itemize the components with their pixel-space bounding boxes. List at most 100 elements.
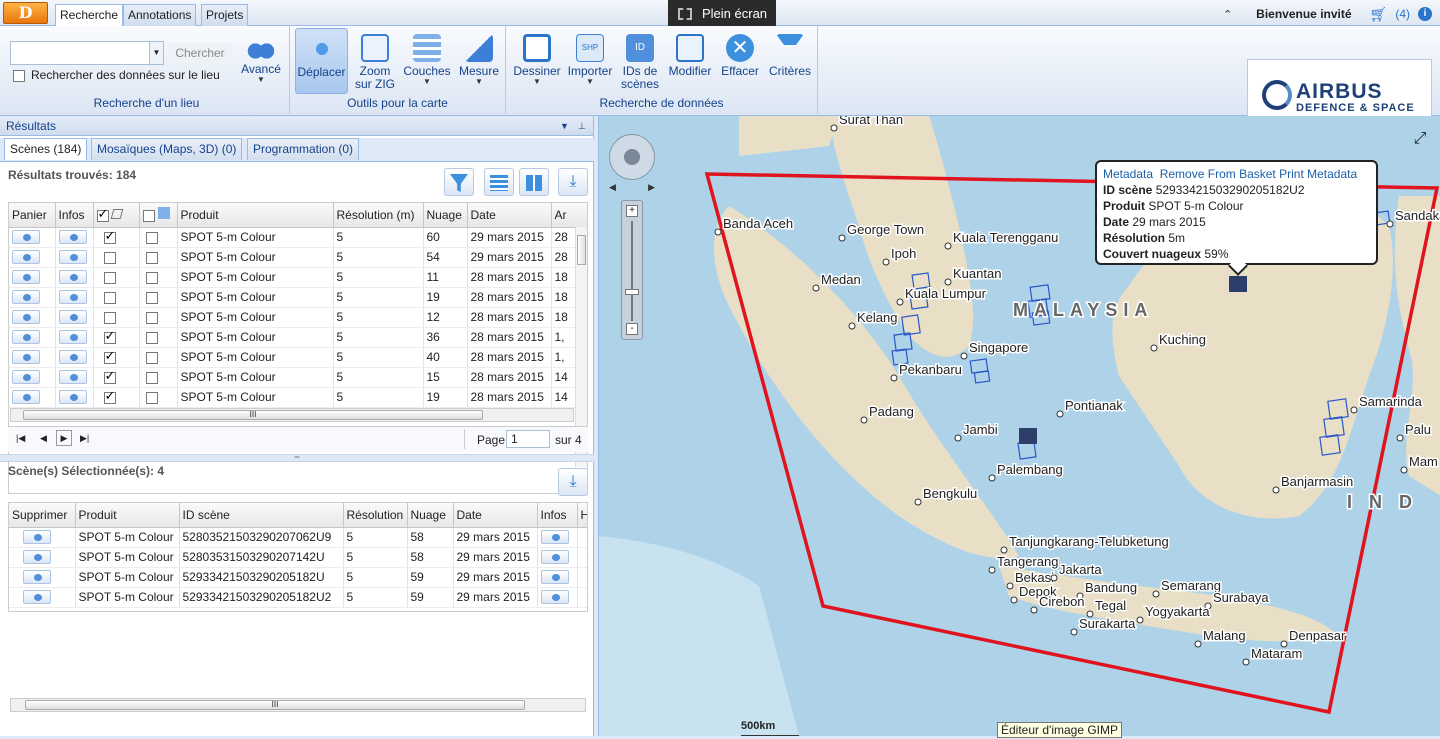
results-hscroll[interactable]: III	[10, 408, 574, 422]
add-to-basket-button[interactable]	[9, 347, 56, 368]
col-nuage[interactable]: Nuage	[423, 203, 468, 228]
footprint-checkbox[interactable]	[103, 271, 116, 284]
table-row[interactable]: SPOT 5-m Colour 5 12 28 mars 2015 18	[9, 307, 587, 328]
draw-button[interactable]: Dessiner ▼	[511, 28, 563, 86]
list-view-button[interactable]	[484, 168, 514, 196]
footprint-checkbox[interactable]	[103, 311, 116, 324]
advanced-button[interactable]: Avancé ▼	[236, 28, 286, 84]
quicklook-checkbox[interactable]	[145, 331, 158, 344]
basket-count[interactable]: (4)	[1395, 7, 1410, 21]
help-icon[interactable]: i	[1418, 7, 1432, 21]
tab-recherche[interactable]: Recherche	[55, 4, 124, 27]
erase-button[interactable]: ✕ Effacer	[716, 28, 764, 78]
scene-thumbnail[interactable]	[1229, 276, 1247, 292]
chevron-down-icon[interactable]: ▼	[149, 42, 163, 64]
collapse-icon[interactable]: ▼	[560, 116, 569, 136]
add-to-basket-button[interactable]	[9, 367, 56, 388]
table-row[interactable]: SPOT 5-m Colour 5 11 28 mars 2015 18	[9, 267, 587, 288]
delete-button[interactable]	[9, 547, 76, 568]
info-button[interactable]	[55, 247, 94, 268]
measure-button[interactable]: Mesure ▼	[454, 28, 504, 86]
table-row[interactable]: SPOT 5-m Colour 5 54 29 mars 2015 28	[9, 247, 587, 268]
quicklook-checkbox[interactable]	[145, 311, 158, 324]
scene-ids-button[interactable]: ID IDs de scènes	[618, 28, 662, 91]
delete-icon[interactable]	[23, 590, 51, 605]
col-quicklook[interactable]	[139, 203, 178, 228]
info-button[interactable]	[537, 587, 578, 608]
basket-icon[interactable]	[12, 370, 40, 385]
layers-button[interactable]: Couches ▼	[402, 28, 452, 86]
col-produit[interactable]: Produit	[75, 503, 180, 528]
info-icon[interactable]	[58, 250, 87, 265]
info-icon[interactable]	[58, 310, 87, 325]
basket-icon[interactable]	[12, 390, 40, 405]
prev-page-icon[interactable]: ◀	[40, 433, 47, 444]
info-icon[interactable]	[58, 230, 87, 245]
table-row[interactable]: SPOT 5-m Colour 52933421503290205182U 5 59 2…	[9, 567, 587, 588]
add-to-basket-button[interactable]	[9, 387, 56, 408]
last-page-icon[interactable]: ▶|	[80, 433, 89, 444]
pin-icon[interactable]: ⊥	[578, 116, 586, 136]
rotate-left-icon[interactable]: ◀	[609, 182, 616, 194]
rotate-right-icon[interactable]: ▶	[648, 182, 655, 194]
zoom-in-icon[interactable]: +	[626, 205, 638, 217]
search-button[interactable]: Chercher	[168, 43, 232, 63]
add-to-basket-button[interactable]	[9, 227, 56, 248]
table-row[interactable]: SPOT 5-m Colour 52803521503290207062U9 5 58…	[9, 527, 587, 548]
info-button[interactable]	[537, 567, 578, 588]
zoom-handle[interactable]	[625, 289, 639, 295]
add-to-basket-button[interactable]	[9, 267, 56, 288]
tab-mosaics[interactable]: Mosaïques (Maps, 3D) (0)	[91, 138, 243, 160]
download-selected-button[interactable]: ⤓	[558, 468, 588, 496]
basket-icon[interactable]	[12, 330, 40, 345]
criteria-button[interactable]: Critères	[764, 28, 816, 78]
col-nuage[interactable]: Nuage	[407, 503, 454, 528]
app-logo[interactable]: D	[3, 2, 48, 24]
info-button[interactable]	[55, 387, 94, 408]
download-results-button[interactable]: ⤓	[558, 168, 588, 196]
metadata-link[interactable]: Metadata	[1103, 167, 1153, 181]
scene-thumbnail[interactable]	[1019, 428, 1037, 444]
col-resolution[interactable]: Résolution (m)	[333, 203, 424, 228]
move-button[interactable]: Déplacer	[295, 28, 348, 94]
delete-icon[interactable]	[23, 530, 51, 545]
tab-projets[interactable]: Projets	[201, 4, 249, 26]
select-all-checkbox[interactable]	[96, 209, 109, 222]
table-row[interactable]: SPOT 5-m Colour 52803531503290207142U 5 58 2…	[9, 547, 587, 568]
basket-icon[interactable]	[12, 310, 40, 325]
add-to-basket-button[interactable]	[9, 307, 56, 328]
footprint-checkbox[interactable]	[103, 251, 116, 264]
table-row[interactable]: SPOT 5-m Colour54028 mars 20151,	[9, 347, 587, 368]
col-infos[interactable]: Infos	[537, 503, 578, 528]
table-row[interactable]: SPOT 5-m Colour 5 19 28 mars 2015 18	[9, 287, 587, 308]
basket-icon[interactable]	[12, 270, 40, 285]
pan-control[interactable]	[609, 134, 655, 180]
col-date[interactable]: Date	[453, 503, 538, 528]
delete-button[interactable]	[9, 567, 76, 588]
pan-center-icon[interactable]	[624, 149, 640, 165]
footprint-checkbox[interactable]	[103, 371, 116, 384]
tab-programming[interactable]: Programmation (0)	[247, 138, 360, 160]
zoom-out-icon[interactable]: -	[626, 323, 638, 335]
info-icon[interactable]	[58, 330, 87, 345]
info-icon[interactable]	[540, 550, 569, 565]
info-button[interactable]	[55, 227, 94, 248]
zoom-slider[interactable]: + -	[621, 200, 643, 340]
info-icon[interactable]	[58, 390, 87, 405]
table-row[interactable]: SPOT 5-m Colour51928 mars 201514	[9, 387, 587, 408]
info-icon[interactable]	[540, 570, 569, 585]
quicklook-checkbox[interactable]	[145, 271, 158, 284]
col-id-scene[interactable]: ID scène	[179, 503, 344, 528]
search-data-checkbox[interactable]	[13, 69, 25, 82]
quicklook-checkbox[interactable]	[145, 251, 158, 264]
print-metadata-link[interactable]: Print Metadata	[1279, 167, 1357, 181]
basket-icon[interactable]	[12, 250, 40, 265]
modify-button[interactable]: Modifier	[664, 28, 716, 78]
col-panier[interactable]: Panier	[9, 203, 56, 228]
zoom-zig-button[interactable]: Zoom sur ZIG	[350, 28, 400, 91]
col-h[interactable]: H	[577, 503, 587, 528]
quicklook-checkbox[interactable]	[145, 351, 158, 364]
grid-view-button[interactable]	[519, 168, 549, 196]
info-icon[interactable]	[540, 590, 569, 605]
page-input[interactable]: 1	[506, 430, 550, 448]
